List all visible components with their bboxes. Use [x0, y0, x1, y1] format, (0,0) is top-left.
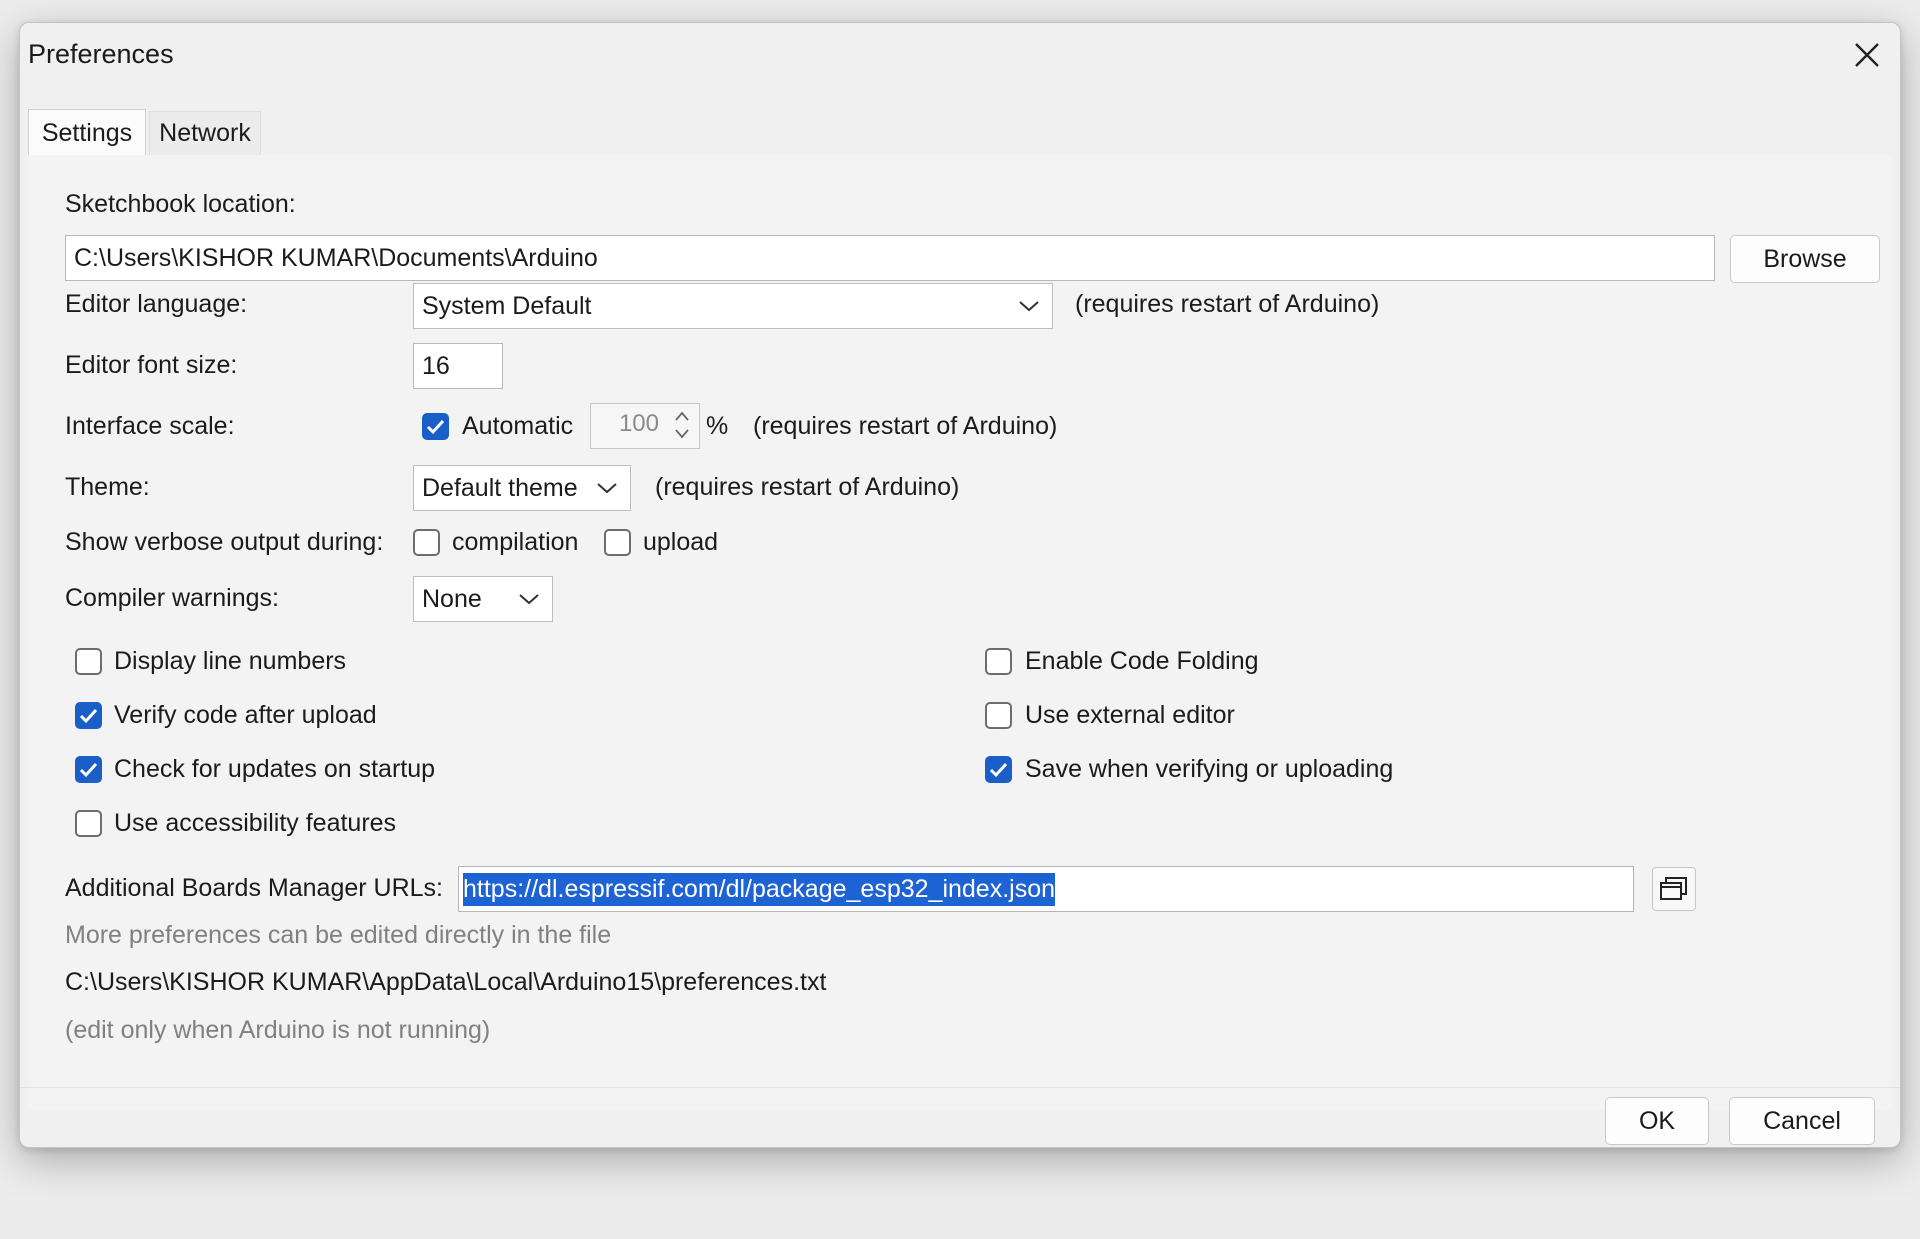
edit-urls-button[interactable]: [1652, 867, 1696, 911]
boards-manager-label: Additional Boards Manager URLs:: [65, 874, 443, 902]
close-button[interactable]: [1844, 33, 1890, 77]
checkmark-icon: [426, 419, 445, 435]
editor-language-value: System Default: [422, 291, 592, 320]
verbose-label: Show verbose output during:: [65, 528, 384, 556]
cancel-button[interactable]: Cancel: [1729, 1097, 1875, 1145]
prefs-note: (edit only when Arduino is not running): [65, 1016, 491, 1044]
interface-scale-label: Interface scale:: [65, 412, 235, 440]
settings-panel: Sketchbook location: C:\Users\KISHOR KUM…: [28, 155, 1892, 1110]
checkmark-icon: [79, 708, 98, 724]
interface-scale-value: 100: [618, 410, 659, 437]
verbose-upload-label: upload: [643, 528, 719, 556]
code-folding-label: Enable Code Folding: [1025, 647, 1259, 675]
browse-button[interactable]: Browse: [1730, 235, 1880, 283]
sketchbook-location-input[interactable]: C:\Users\KISHOR KUMAR\Documents\Arduino: [65, 235, 1715, 281]
prefs-file-path[interactable]: C:\Users\KISHOR KUMAR\AppData\Local\Ardu…: [65, 968, 826, 997]
verify-code-label: Verify code after upload: [114, 701, 377, 729]
external-editor-checkbox[interactable]: [985, 702, 1012, 729]
font-size-label: Editor font size:: [65, 351, 238, 379]
display-line-numbers-checkbox[interactable]: [75, 648, 102, 675]
save-when-verifying-label: Save when verifying or uploading: [1025, 755, 1394, 783]
ok-button[interactable]: OK: [1605, 1097, 1709, 1145]
editor-language-select[interactable]: System Default: [413, 283, 1053, 329]
interface-scale-spinner[interactable]: 100: [590, 403, 700, 449]
compiler-warnings-value: None: [422, 584, 482, 613]
boards-manager-url-selected-text: https://dl.espressif.com/dl/package_esp3…: [463, 872, 1056, 906]
tab-settings[interactable]: Settings: [28, 109, 146, 156]
close-icon: [1855, 43, 1879, 67]
theme-label: Theme:: [65, 473, 150, 501]
interface-scale-unit: %: [706, 412, 729, 440]
title-bar: Preferences: [20, 23, 1900, 85]
verbose-compilation-label: compilation: [452, 528, 579, 556]
accessibility-checkbox[interactable]: [75, 810, 102, 837]
accessibility-label: Use accessibility features: [114, 809, 397, 837]
code-folding-checkbox[interactable]: [985, 648, 1012, 675]
tab-network[interactable]: Network: [149, 111, 261, 155]
tab-bar: Settings Network: [28, 91, 1892, 156]
theme-note: (requires restart of Arduino): [655, 473, 960, 501]
editor-language-label: Editor language:: [65, 290, 248, 318]
editor-language-note: (requires restart of Arduino): [1075, 290, 1380, 318]
preferences-dialog: Preferences Settings Network Sketchbook …: [19, 22, 1901, 1148]
interface-scale-note: (requires restart of Arduino): [753, 412, 1058, 440]
display-line-numbers-label: Display line numbers: [114, 647, 347, 675]
automatic-scale-checkbox[interactable]: [422, 413, 449, 440]
theme-value: Default theme: [422, 473, 578, 502]
boards-manager-urls-input[interactable]: https://dl.espressif.com/dl/package_esp3…: [458, 866, 1634, 912]
footer-divider: [20, 1087, 1900, 1088]
spinner-arrows-icon[interactable]: [671, 407, 693, 443]
checkmark-icon: [79, 762, 98, 778]
check-updates-label: Check for updates on startup: [114, 755, 436, 783]
font-size-input[interactable]: 16: [413, 343, 503, 389]
verify-code-checkbox[interactable]: [75, 702, 102, 729]
check-updates-checkbox[interactable]: [75, 756, 102, 783]
automatic-scale-label: Automatic: [462, 412, 574, 440]
external-editor-label: Use external editor: [1025, 701, 1235, 729]
chevron-down-icon: [1019, 301, 1039, 312]
window-title: Preferences: [28, 39, 174, 69]
checkmark-icon: [989, 762, 1008, 778]
sketchbook-label: Sketchbook location:: [65, 190, 296, 218]
save-when-verifying-checkbox[interactable]: [985, 756, 1012, 783]
theme-select[interactable]: Default theme: [413, 465, 631, 511]
compiler-warnings-label: Compiler warnings:: [65, 584, 279, 612]
verbose-compilation-checkbox[interactable]: [413, 529, 440, 556]
compiler-warnings-select[interactable]: None: [413, 576, 553, 622]
verbose-upload-checkbox[interactable]: [604, 529, 631, 556]
prefs-hint: More preferences can be edited directly …: [65, 921, 612, 949]
chevron-down-icon: [519, 594, 539, 605]
chevron-down-icon: [597, 483, 617, 494]
window-stack-icon: [1660, 877, 1687, 900]
